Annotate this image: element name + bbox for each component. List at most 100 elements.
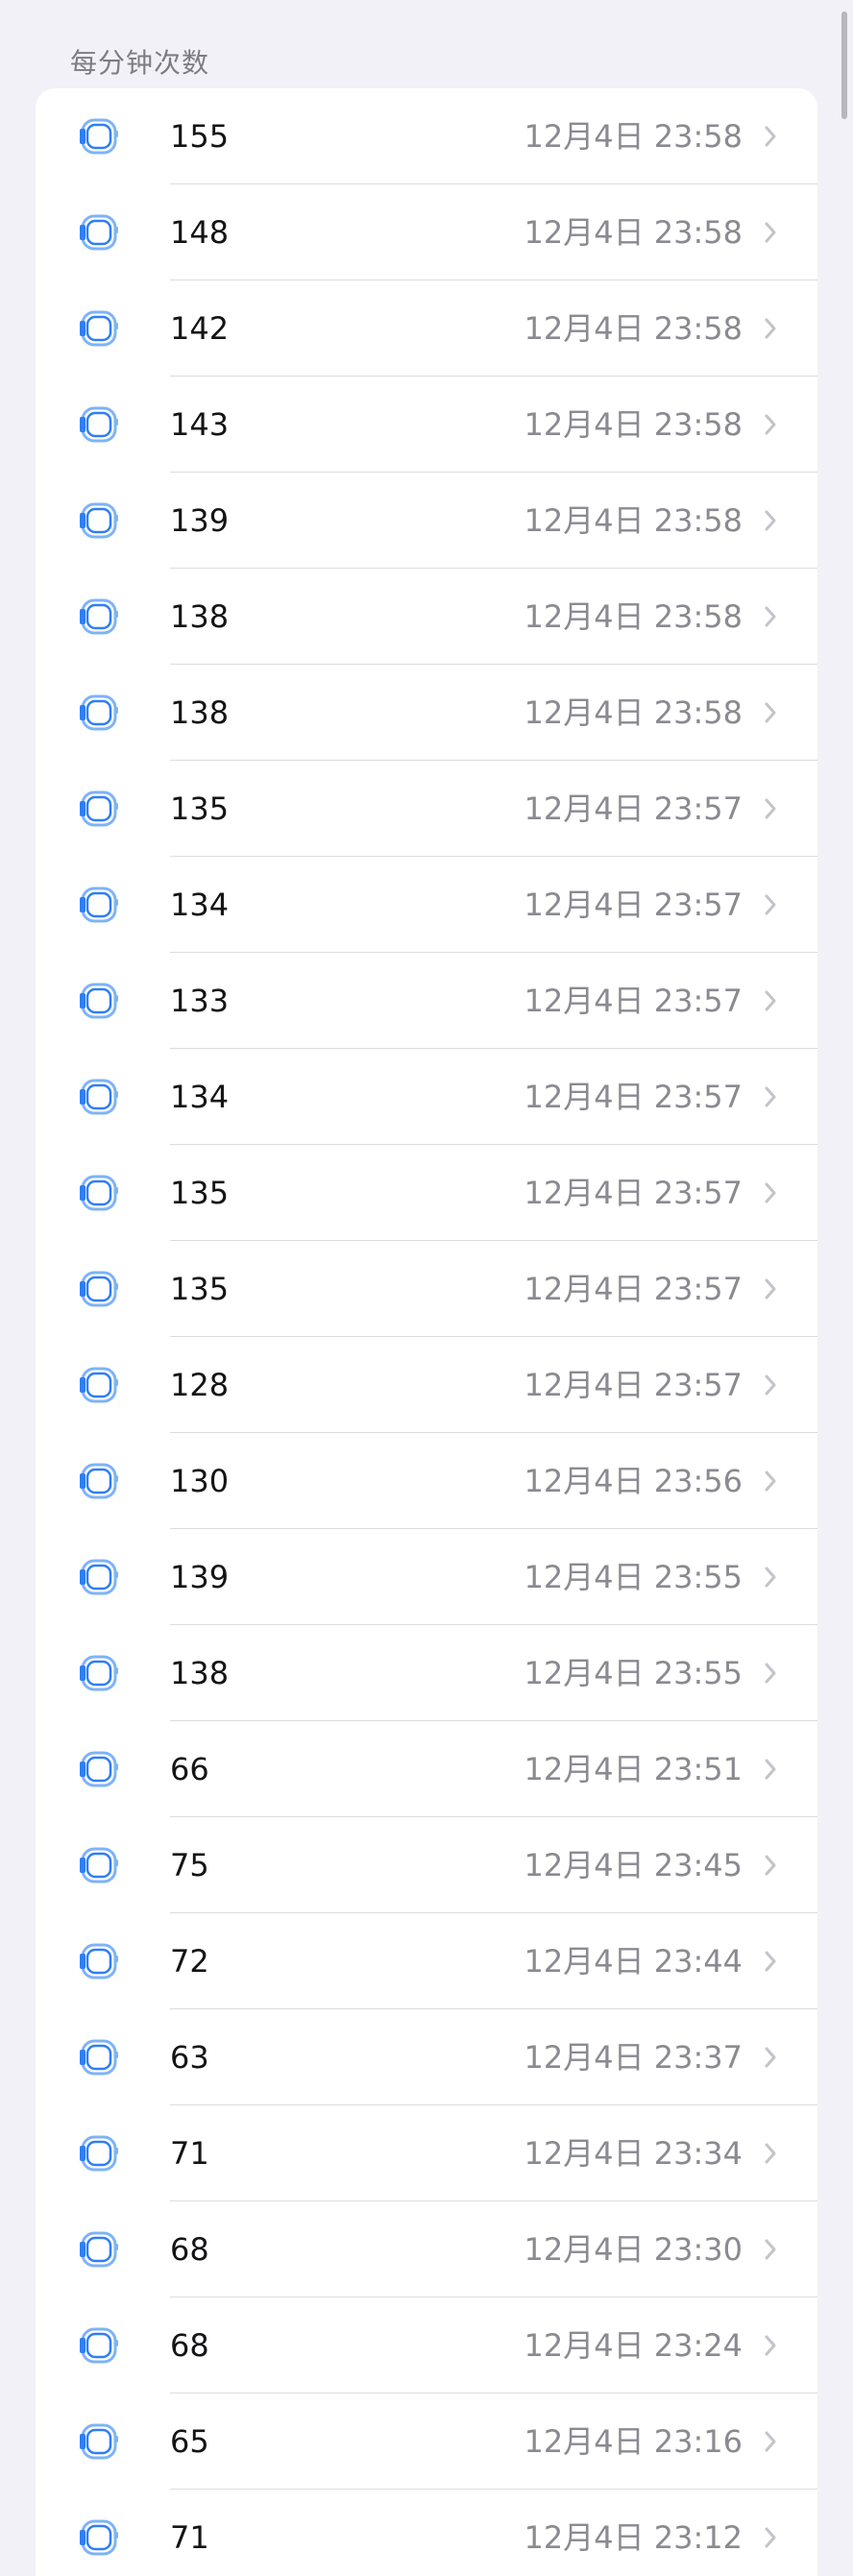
chevron-right-icon (765, 1663, 776, 1684)
chevron-right-icon (765, 2527, 776, 2548)
heart-rate-value: 72 (170, 1943, 209, 1980)
measurement-time: 12月4日 23:58 (524, 118, 743, 155)
apple-watch-icon (80, 2039, 118, 2076)
apple-watch-icon (80, 983, 118, 1019)
list-item[interactable]: 135 12月4日 23:57 (36, 1145, 817, 1241)
list-item[interactable]: 138 12月4日 23:58 (36, 665, 817, 761)
list-item[interactable]: 138 12月4日 23:55 (36, 1625, 817, 1721)
chevron-right-icon (765, 126, 776, 147)
list-item[interactable]: 135 12月4日 23:57 (36, 1241, 817, 1337)
list-item[interactable]: 128 12月4日 23:57 (36, 1337, 817, 1433)
apple-watch-icon (80, 2135, 118, 2172)
chevron-right-icon (765, 1182, 776, 1203)
apple-watch-icon (80, 1847, 118, 1883)
chevron-right-icon (765, 1086, 776, 1107)
list-item[interactable]: 134 12月4日 23:57 (36, 1049, 817, 1145)
measurements-list: 155 12月4日 23:58 148 12月4日 23:58 142 12月4日 23:… (36, 88, 817, 2576)
apple-watch-icon (80, 790, 118, 827)
chevron-right-icon (765, 1951, 776, 1972)
list-item[interactable]: 155 12月4日 23:58 (36, 88, 817, 184)
heart-rate-value: 155 (170, 118, 230, 155)
list-item[interactable]: 133 12月4日 23:57 (36, 953, 817, 1049)
chevron-right-icon (765, 1759, 776, 1780)
measurement-time: 12月4日 23:16 (524, 2423, 743, 2460)
apple-watch-icon (80, 502, 118, 539)
chevron-right-icon (765, 894, 776, 915)
apple-watch-icon (80, 2327, 118, 2364)
chevron-right-icon (765, 510, 776, 531)
heart-rate-value: 63 (170, 2039, 209, 2076)
heart-rate-value: 143 (170, 406, 230, 443)
measurement-time: 12月4日 23:30 (524, 2231, 743, 2268)
apple-watch-icon (80, 1367, 118, 1403)
chevron-right-icon (765, 2047, 776, 2068)
scroll-indicator[interactable] (841, 12, 847, 119)
heart-rate-value: 139 (170, 1559, 230, 1595)
chevron-right-icon (765, 2143, 776, 2164)
list-item[interactable]: 139 12月4日 23:58 (36, 473, 817, 569)
heart-rate-value: 68 (170, 2327, 209, 2364)
heart-rate-value: 68 (170, 2231, 209, 2268)
list-item[interactable]: 72 12月4日 23:44 (36, 1913, 817, 2009)
heart-rate-value: 138 (170, 1655, 230, 1691)
heart-rate-value: 65 (170, 2423, 209, 2460)
apple-watch-icon (80, 694, 118, 731)
heart-rate-value: 66 (170, 1751, 209, 1787)
apple-watch-icon (80, 598, 118, 635)
apple-watch-icon (80, 1271, 118, 1307)
list-item[interactable]: 71 12月4日 23:34 (36, 2105, 817, 2201)
apple-watch-icon (80, 2423, 118, 2460)
list-item[interactable]: 75 12月4日 23:45 (36, 1817, 817, 1913)
heart-rate-value: 71 (170, 2519, 209, 2556)
measurement-time: 12月4日 23:51 (524, 1751, 743, 1787)
list-item[interactable]: 139 12月4日 23:55 (36, 1529, 817, 1625)
measurement-time: 12月4日 23:57 (524, 1367, 743, 1403)
chevron-right-icon (765, 1567, 776, 1588)
apple-watch-icon (80, 310, 118, 347)
measurement-time: 12月4日 23:57 (524, 1079, 743, 1115)
measurement-time: 12月4日 23:34 (524, 2135, 743, 2172)
list-item[interactable]: 65 12月4日 23:16 (36, 2394, 817, 2490)
measurement-time: 12月4日 23:37 (524, 2039, 743, 2076)
heart-rate-value: 133 (170, 983, 230, 1019)
heart-rate-value: 138 (170, 598, 230, 635)
measurement-time: 12月4日 23:57 (524, 1271, 743, 1307)
heart-rate-value: 134 (170, 1079, 230, 1115)
heart-rate-value: 138 (170, 694, 230, 731)
list-item[interactable]: 143 12月4日 23:58 (36, 377, 817, 473)
apple-watch-icon (80, 1751, 118, 1787)
measurement-time: 12月4日 23:57 (524, 887, 743, 923)
list-item[interactable]: 142 12月4日 23:58 (36, 280, 817, 377)
chevron-right-icon (765, 1374, 776, 1396)
list-item[interactable]: 135 12月4日 23:57 (36, 761, 817, 857)
measurement-time: 12月4日 23:57 (524, 983, 743, 1019)
list-item[interactable]: 134 12月4日 23:57 (36, 857, 817, 953)
apple-watch-icon (80, 1463, 118, 1499)
chevron-right-icon (765, 2239, 776, 2260)
apple-watch-icon (80, 1943, 118, 1980)
heart-rate-value: 142 (170, 310, 230, 347)
list-item[interactable]: 68 12月4日 23:24 (36, 2297, 817, 2394)
apple-watch-icon (80, 887, 118, 923)
measurement-time: 12月4日 23:45 (524, 1847, 743, 1883)
list-item[interactable]: 66 12月4日 23:51 (36, 1721, 817, 1817)
heart-rate-value: 135 (170, 1271, 230, 1307)
list-item[interactable]: 138 12月4日 23:58 (36, 569, 817, 665)
list-item[interactable]: 148 12月4日 23:58 (36, 184, 817, 280)
chevron-right-icon (765, 798, 776, 819)
heart-rate-value: 135 (170, 790, 230, 827)
list-item[interactable]: 68 12月4日 23:30 (36, 2201, 817, 2297)
chevron-right-icon (765, 2335, 776, 2356)
heart-rate-value: 135 (170, 1175, 230, 1211)
measurement-time: 12月4日 23:55 (524, 1655, 743, 1691)
apple-watch-icon (80, 2231, 118, 2268)
measurement-time: 12月4日 23:55 (524, 1559, 743, 1595)
measurement-time: 12月4日 23:58 (524, 310, 743, 347)
heart-rate-value: 139 (170, 502, 230, 539)
list-item[interactable]: 63 12月4日 23:37 (36, 2009, 817, 2105)
apple-watch-icon (80, 118, 118, 155)
list-item[interactable]: 130 12月4日 23:56 (36, 1433, 817, 1529)
list-item[interactable]: 71 12月4日 23:12 (36, 2490, 817, 2576)
measurement-time: 12月4日 23:24 (524, 2327, 743, 2364)
heart-rate-value: 75 (170, 1847, 209, 1883)
